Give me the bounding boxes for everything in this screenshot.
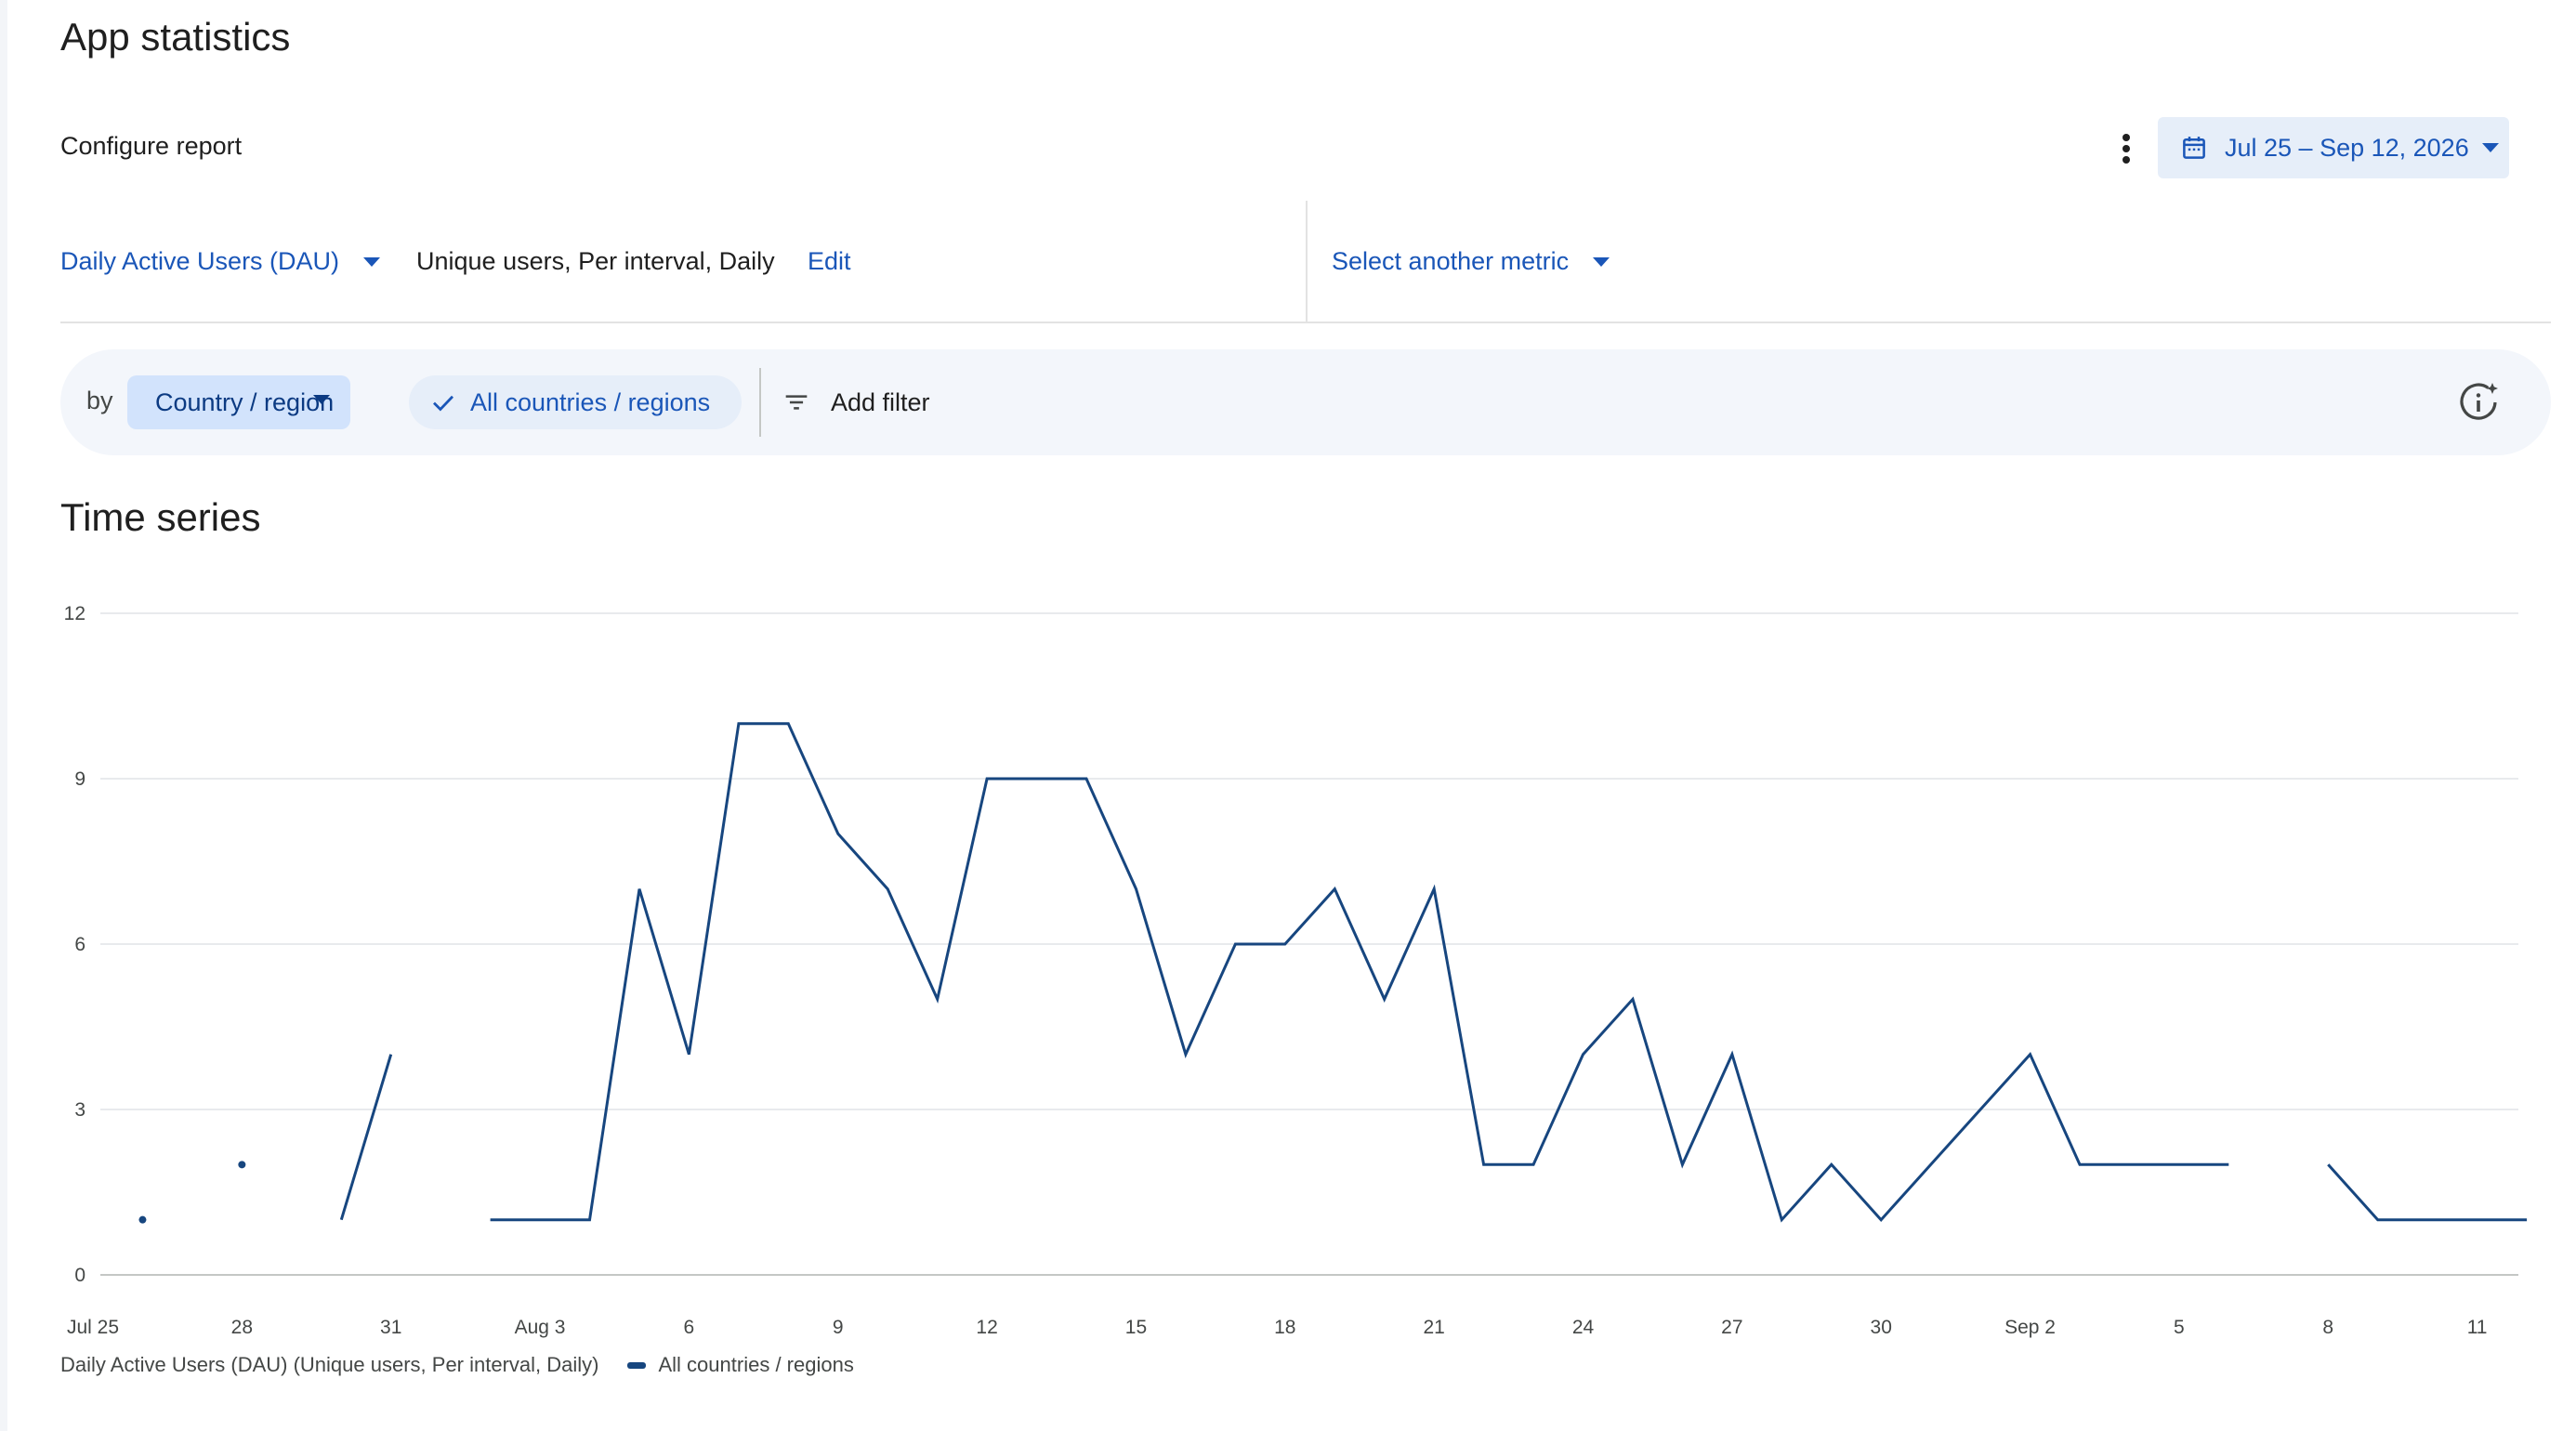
- x-tick-label: 24: [1572, 1317, 1595, 1338]
- page-title: App statistics: [60, 15, 291, 59]
- metric-selector[interactable]: Daily Active Users (DAU): [60, 247, 381, 276]
- x-tick-label: 8: [2322, 1317, 2333, 1338]
- info-sparkle-icon[interactable]: [2456, 380, 2501, 425]
- chevron-down-icon: [1593, 256, 1610, 267]
- more-vert-icon: [2123, 134, 2130, 164]
- calendar-icon: [2183, 137, 2205, 159]
- x-tick-label: 28: [231, 1317, 253, 1338]
- dimension-chip[interactable]: Country / region: [127, 375, 350, 429]
- x-axis-ticks: Jul 25 28 31 Aug 3 6 9 12 15 18 21 24 27 30 Sep 2 5 8 11: [67, 1317, 2488, 1338]
- chevron-down-icon: [313, 395, 330, 404]
- all-countries-chip[interactable]: All countries / regions: [409, 375, 742, 429]
- y-tick-label: 6: [74, 934, 85, 955]
- configure-report-label: Configure report: [60, 132, 243, 160]
- filter-bar: by Country / region All countries / regi…: [60, 349, 2551, 455]
- y-tick-label: 0: [74, 1265, 85, 1286]
- x-tick-label: 15: [1125, 1317, 1147, 1338]
- x-tick-label: Jul 25: [67, 1317, 119, 1338]
- add-filter-label: Add filter: [831, 387, 930, 416]
- x-tick-label: 6: [684, 1317, 695, 1338]
- all-countries-chip-label: All countries / regions: [470, 387, 711, 416]
- y-tick-label: 3: [74, 1099, 85, 1121]
- metric-divider: [1306, 201, 1308, 322]
- by-label: by: [86, 387, 113, 414]
- y-axis-ticks: 0 3 6 9 12: [64, 603, 85, 1286]
- series-line-segment: [339, 1054, 393, 1221]
- chart-legend: Daily Active Users (DAU) (Unique users, …: [60, 1353, 854, 1377]
- edit-metric-link[interactable]: Edit: [808, 247, 851, 276]
- x-tick-label: 21: [1423, 1317, 1444, 1338]
- legend-swatch: [626, 1361, 646, 1369]
- metric-selector-label: Daily Active Users (DAU): [60, 247, 340, 275]
- metric-row: Daily Active Users (DAU) Unique users, P…: [60, 201, 2551, 323]
- time-series-chart: 0 3 6 9 12 Jul 25 28 31 Aug 3 6 9 12 15 18 21 24 27 30 Se…: [64, 603, 2528, 1338]
- x-tick-label: 30: [1871, 1317, 1892, 1338]
- chevron-down-icon: [363, 256, 381, 267]
- metric-row-divider: [60, 322, 2551, 323]
- x-tick-label: 31: [380, 1317, 401, 1338]
- series-line-segment: [490, 722, 2229, 1223]
- add-filter-button[interactable]: Add filter: [781, 375, 930, 429]
- y-tick-label: 9: [74, 768, 85, 790]
- chart-gridlines: [100, 612, 2518, 1276]
- x-tick-label: 27: [1721, 1317, 1742, 1338]
- x-tick-label: 18: [1274, 1317, 1295, 1338]
- x-tick-label: 9: [833, 1317, 844, 1338]
- date-range-button[interactable]: Jul 25 – Sep 12, 2026: [2158, 117, 2509, 178]
- date-range-label: Jul 25 – Sep 12, 2026: [2225, 133, 2469, 162]
- more-options-button[interactable]: [2108, 128, 2145, 169]
- series-line-segment: [2327, 1163, 2528, 1222]
- filter-icon: [785, 395, 808, 410]
- chart-series: [138, 722, 2528, 1224]
- select-another-metric-label: Select another metric: [1332, 247, 1570, 275]
- data-point: [138, 1215, 147, 1224]
- filter-divider: [759, 368, 761, 437]
- app-statistics-page: App statistics Configure report Jul 25 –…: [0, 0, 2576, 1431]
- select-another-metric[interactable]: Select another metric: [1332, 247, 1610, 276]
- time-series-title: Time series: [60, 495, 261, 539]
- check-icon: [433, 395, 453, 412]
- data-point: [238, 1161, 246, 1169]
- x-tick-label: 11: [2467, 1317, 2488, 1338]
- legend-metric-label: Daily Active Users (DAU) (Unique users, …: [60, 1353, 599, 1376]
- x-tick-label: Aug 3: [515, 1317, 566, 1338]
- x-tick-label: 5: [2174, 1317, 2185, 1338]
- y-tick-label: 12: [64, 603, 85, 624]
- x-tick-label: Sep 2: [2004, 1317, 2056, 1338]
- chevron-down-icon: [2481, 143, 2499, 152]
- legend-series-name: All countries / regions: [658, 1353, 854, 1376]
- x-tick-label: 12: [976, 1317, 997, 1338]
- metric-description: Unique users, Per interval, Daily: [416, 247, 775, 275]
- dimension-chip-label: Country / region: [155, 387, 335, 416]
